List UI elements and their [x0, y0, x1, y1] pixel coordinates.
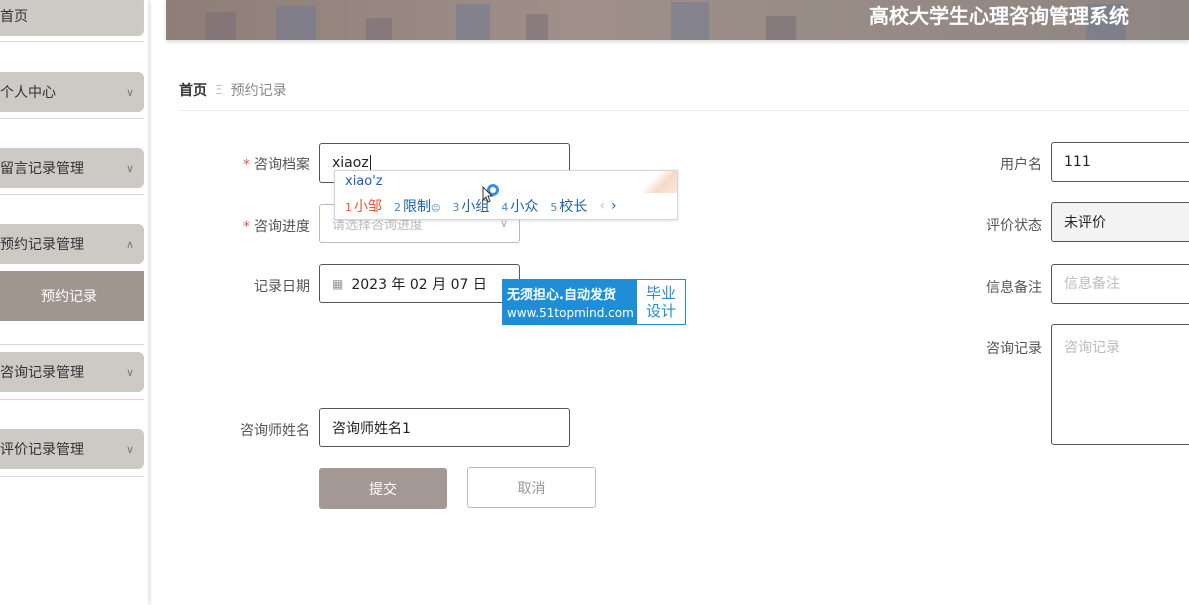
banner-building [276, 6, 316, 40]
label-text: 咨询进度 [254, 219, 310, 235]
mouse-pointer-icon [482, 186, 494, 203]
divider [0, 41, 144, 42]
ime-next-page[interactable]: › [611, 198, 617, 214]
candidate-text: 小邹 [354, 199, 382, 215]
candidate-text: 小众 [510, 199, 539, 215]
sidebar-item-appointment-records[interactable]: 预约记录管理 ∧ [0, 224, 144, 264]
consult-record-textarea[interactable] [1051, 324, 1189, 445]
banner-building [766, 16, 796, 40]
counselor-name-value: 咨询师姓名1 [332, 420, 411, 437]
candidate-text: 校长 [559, 199, 588, 215]
banner-building [206, 12, 236, 40]
remark-field[interactable] [1064, 276, 1189, 292]
remark-input[interactable] [1051, 264, 1189, 304]
candidate-number: 1 [345, 201, 352, 214]
banner-building [526, 14, 548, 40]
eval-status-input[interactable]: 未评价 [1051, 202, 1189, 242]
ime-candidate[interactable]: 4 小众 [501, 196, 538, 216]
calendar-icon: ▦ [332, 276, 344, 291]
sidebar: 首页 个人中心 ∨ 留言记录管理 ∨ 预约记录管理 ∧ 预约记录 咨询记录管理 … [0, 0, 148, 605]
breadcrumb-separator: Ξ [215, 83, 223, 97]
username-label: 用户名 [1000, 157, 1042, 173]
ime-composition: xiao'z [345, 174, 383, 189]
chevron-down-icon: ∨ [125, 442, 135, 456]
ime-skin-decoration [643, 171, 677, 193]
sidebar-item-label: 评价记录管理 [0, 442, 84, 458]
watermark-line1: 无须担心.自动发货 [507, 288, 616, 303]
watermark-right: 毕业 设计 [637, 280, 685, 324]
record-date-value: 2023 年 02 月 07 日 [351, 276, 487, 293]
counselor-name-label: 咨询师姓名 [240, 423, 310, 439]
candidate-number: 5 [550, 201, 558, 214]
watermark-right2: 设计 [645, 302, 676, 320]
breadcrumb-current: 预约记录 [230, 83, 287, 99]
sidebar-item-consult-records[interactable]: 咨询记录管理 ∨ [0, 352, 144, 392]
watermark-ad: 无须担心.自动发货 www.51topmind.com 毕业 设计 [502, 279, 686, 325]
record-date-picker[interactable]: ▦ 2023 年 02 月 07 日 [319, 264, 520, 303]
banner-building [366, 18, 392, 40]
sidebar-item-label: 预约记录管理 [0, 237, 84, 253]
eval-status-label: 评价状态 [986, 218, 1042, 234]
text-caret [369, 155, 371, 171]
candidate-text: 限制 [403, 199, 431, 215]
counselor-name-input[interactable]: 咨询师姓名1 [319, 408, 570, 447]
divider [0, 118, 144, 119]
remark-label: 信息备注 [986, 280, 1042, 296]
sidebar-item-message-records[interactable]: 留言记录管理 ∨ [0, 148, 144, 188]
required-mark: * [243, 157, 250, 173]
divider [0, 344, 144, 345]
record-date-label: 记录日期 [254, 279, 310, 295]
username-value: 111 [1064, 154, 1091, 170]
label-text: 咨询档案 [254, 157, 310, 173]
banner-building [456, 4, 490, 40]
chevron-down-icon: ∨ [125, 85, 135, 99]
chevron-down-icon: ∨ [125, 365, 135, 379]
ime-candidate[interactable]: 2 限制☺ [394, 196, 440, 216]
ime-candidate[interactable]: 5 校长 [550, 196, 587, 216]
banner-building [671, 2, 709, 40]
breadcrumb-home[interactable]: 首页 [179, 80, 207, 100]
submit-button[interactable]: 提交 [319, 468, 447, 509]
candidate-number: 4 [501, 201, 509, 214]
ime-prev-page[interactable]: ‹ [599, 198, 605, 214]
sidebar-item-label: 留言记录管理 [0, 161, 84, 177]
ime-candidate-popup: xiao'z 1 小邹 2 限制☺ 3 小组 4 小众 5 校长 ‹ › [334, 170, 678, 220]
emoji-badge-icon: ☺ [431, 204, 441, 214]
breadcrumb: 首页 Ξ 预约记录 [179, 80, 287, 100]
username-input[interactable]: 111 [1051, 142, 1189, 182]
progress-label: * 咨询进度 [230, 216, 310, 236]
chevron-up-icon: ∧ [125, 237, 135, 251]
sidebar-item-evaluation-records[interactable]: 评价记录管理 ∨ [0, 429, 144, 469]
candidate-number: 3 [452, 201, 460, 214]
required-mark: * [243, 219, 250, 235]
consult-file-value: xiaoz [332, 155, 369, 171]
ime-candidate[interactable]: 1 小邹 [345, 196, 382, 216]
sidebar-item-label: 咨询记录管理 [0, 365, 84, 381]
ime-page-nav: ‹ › [599, 198, 616, 214]
consult-record-label: 咨询记录 [986, 341, 1042, 357]
sidebar-item-label: 个人中心 [0, 85, 56, 101]
eval-status-value: 未评价 [1064, 215, 1106, 231]
candidate-number: 2 [394, 201, 401, 214]
watermark-left: 无须担心.自动发货 www.51topmind.com [503, 280, 637, 324]
consult-file-label: * 咨询档案 [230, 154, 310, 174]
watermark-line2: www.51topmind.com [507, 306, 634, 320]
divider [0, 476, 144, 477]
divider [0, 194, 144, 195]
sidebar-item-profile[interactable]: 个人中心 ∨ [0, 72, 144, 112]
sidebar-item-home[interactable]: 首页 [0, 0, 144, 36]
ime-candidate-list: 1 小邹 2 限制☺ 3 小组 4 小众 5 校长 ‹ › [345, 196, 617, 216]
cancel-button[interactable]: 取消 [467, 467, 596, 508]
divider [0, 399, 144, 400]
sidebar-subitem-appointment[interactable]: 预约记录 [0, 271, 144, 321]
consult-record-field[interactable] [1064, 325, 1189, 444]
watermark-right1: 毕业 [645, 284, 676, 302]
header-banner: 高校大学生心理咨询管理系统 [166, 0, 1189, 40]
page-title: 高校大学生心理咨询管理系统 [869, 4, 1129, 28]
divider [179, 110, 1189, 111]
sidebar-item-label: 预约记录 [41, 289, 97, 305]
chevron-down-icon: ∨ [125, 161, 135, 175]
sidebar-item-label: 首页 [0, 9, 28, 25]
